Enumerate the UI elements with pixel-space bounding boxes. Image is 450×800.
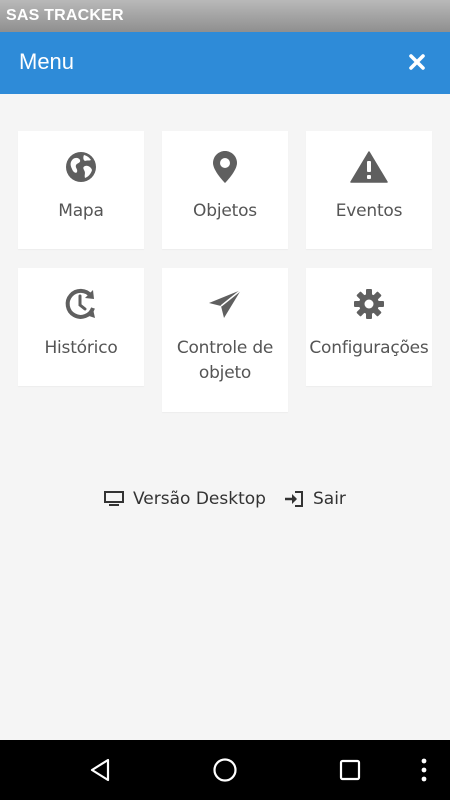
recents-icon	[339, 759, 361, 781]
menu-item-label: Configurações	[309, 338, 429, 358]
menu-title: Menu	[19, 49, 75, 74]
android-nav-bar	[0, 740, 450, 800]
warning-icon	[306, 149, 432, 185]
menu-item-controle-de-objeto[interactable]: Controle de objeto	[162, 268, 288, 412]
menu-item-configuracoes[interactable]: Configurações	[306, 268, 432, 386]
desktop-icon	[104, 491, 124, 507]
desktop-version-label: Versão Desktop	[133, 489, 266, 509]
menu-item-mapa[interactable]: Mapa	[18, 131, 144, 249]
back-icon	[90, 758, 110, 782]
map-marker-icon	[162, 149, 288, 185]
close-icon	[409, 54, 425, 70]
desktop-version-link[interactable]: Versão Desktop	[104, 486, 266, 512]
menu-item-eventos[interactable]: Eventos	[306, 131, 432, 249]
more-options-button[interactable]	[409, 754, 439, 786]
paper-plane-icon	[162, 286, 288, 322]
globe-icon	[18, 149, 144, 185]
back-button[interactable]	[84, 754, 116, 786]
logout-link[interactable]: Sair	[284, 486, 346, 512]
menu-item-label: Mapa	[58, 201, 104, 221]
history-icon	[18, 286, 144, 322]
menu-item-label: Objetos	[193, 201, 257, 221]
menu-header: Menu	[0, 32, 450, 94]
footer-links: Versão Desktop Sair	[0, 486, 450, 512]
menu-item-objetos[interactable]: Objetos	[162, 131, 288, 249]
home-button[interactable]	[209, 754, 241, 786]
more-vertical-icon	[421, 758, 427, 782]
menu-item-label: Histórico	[44, 338, 118, 358]
sign-out-icon	[284, 490, 304, 508]
home-icon	[213, 758, 237, 782]
close-button[interactable]	[404, 48, 430, 76]
menu-item-label: Controle de objeto	[176, 338, 274, 383]
menu-item-historico[interactable]: Histórico	[18, 268, 144, 386]
recents-button[interactable]	[334, 754, 366, 786]
menu-item-label: Eventos	[335, 201, 403, 221]
logout-label: Sair	[313, 489, 346, 509]
app-title: SAS TRACKER	[6, 7, 124, 24]
gear-icon	[306, 286, 432, 322]
app-title-bar: SAS TRACKER	[0, 0, 450, 32]
